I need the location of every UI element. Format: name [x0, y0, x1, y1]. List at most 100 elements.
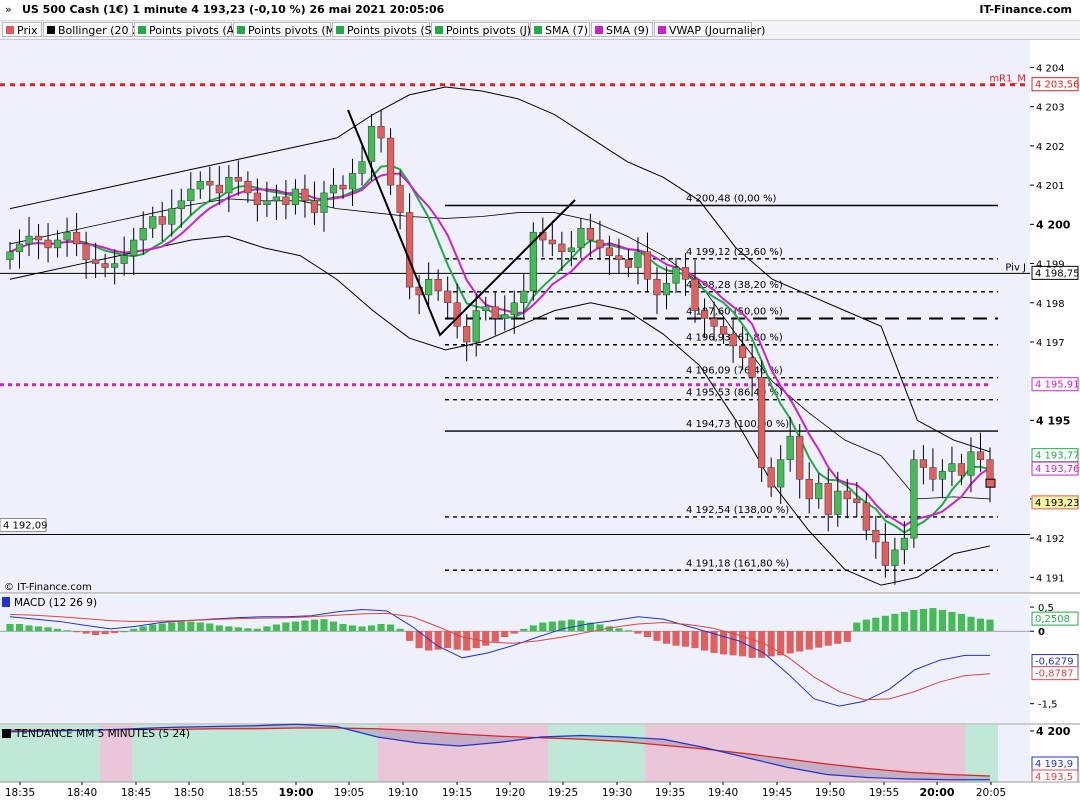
candle — [700, 310, 709, 319]
macd-histogram-bar — [406, 631, 414, 641]
candle — [44, 239, 52, 249]
macd-histogram-bar — [244, 628, 252, 632]
trend-title-icon — [2, 729, 11, 738]
fibonacci-label: 4 195,53 (86,40 %) — [686, 388, 783, 399]
macd-histogram-bar — [910, 609, 918, 632]
macd-histogram-bar — [567, 619, 575, 632]
level-label: Piv J — [1005, 262, 1026, 273]
macd-histogram-bar — [767, 631, 775, 657]
candle — [976, 451, 985, 460]
macd-histogram-bar — [643, 631, 652, 638]
macd-histogram-bar — [225, 626, 233, 632]
legend-item-sma-7[interactable]: SMA (7) — [530, 22, 590, 37]
x-tick-label: 20:05 — [976, 787, 1006, 799]
legend-item-sma-9[interactable]: SMA (9) — [591, 22, 653, 37]
candle — [234, 177, 242, 182]
candle — [767, 467, 775, 488]
y-tick-label: 4 204 — [1036, 63, 1065, 74]
legend-label: Points pivots (S) — [347, 24, 436, 37]
macd-histogram-bar — [891, 613, 899, 632]
candle — [101, 263, 109, 268]
macd-histogram-bar — [101, 631, 109, 635]
legend-item-points-pivots-a[interactable]: Points pivots (A) — [134, 22, 238, 37]
y-tick-label: 4 197 — [1036, 338, 1065, 349]
macd-histogram-bar — [700, 631, 709, 651]
macd-histogram-bar — [720, 631, 728, 655]
macd-histogram-bar — [111, 631, 119, 634]
candle — [510, 302, 518, 315]
legend-swatch-icon — [336, 26, 344, 34]
legend-item-points-pivots-s[interactable]: Points pivots (S) — [332, 22, 436, 37]
legend-label: VWAP (Journalier) — [669, 24, 766, 37]
candle — [586, 228, 594, 241]
candle — [919, 459, 927, 468]
candle — [225, 177, 233, 194]
macd-histogram-bar — [529, 625, 537, 632]
trend-panel-bg — [998, 725, 1030, 782]
candle — [967, 451, 975, 476]
y-tick-label: 4 199 — [1036, 260, 1065, 271]
macd-histogram-bar — [263, 626, 271, 632]
candle — [681, 267, 690, 280]
legend-item-points-pivots-j[interactable]: Points pivots (J) — [431, 22, 531, 37]
candle — [891, 549, 899, 566]
legend-item-points-pivots-m[interactable]: Points pivots (M) — [233, 22, 339, 37]
macd-panel-bg — [0, 595, 1030, 723]
candle — [615, 255, 623, 260]
macd-histogram-bar — [653, 631, 661, 641]
macd-histogram-bar — [54, 628, 62, 632]
macd-histogram-bar — [320, 619, 328, 632]
macd-histogram-bar — [310, 619, 319, 632]
macd-histogram-bar — [348, 625, 357, 632]
legend-label: Points pivots (A) — [149, 24, 239, 37]
fibonacci-label: 4 199,12 (23,60 %) — [686, 247, 783, 258]
candle — [282, 196, 290, 205]
macd-histogram-bar — [177, 621, 185, 632]
macd-histogram-bar — [234, 627, 242, 632]
macd-title-icon — [2, 597, 10, 607]
fibonacci-label: 4 194,73 (100,00 %) — [686, 419, 789, 430]
candle — [596, 239, 604, 249]
candle — [244, 180, 252, 194]
trend-band — [965, 725, 998, 782]
macd-histogram-bar — [881, 615, 889, 632]
legend-item-bollinger-20-2[interactable]: Bollinger (20 2) — [43, 22, 143, 37]
macd-histogram-bar — [957, 613, 966, 632]
candle — [177, 200, 185, 209]
macd-histogram-bar — [25, 625, 33, 632]
candle — [729, 333, 737, 347]
x-tick-label: 18:40 — [67, 787, 97, 799]
legend-item-vwap-journalier[interactable]: VWAP (Journalier) — [654, 22, 765, 37]
macd-histogram-bar — [948, 611, 956, 632]
macd-histogram-bar — [301, 620, 309, 632]
macd-histogram-bar — [729, 631, 737, 656]
candle — [139, 228, 147, 241]
candle — [206, 180, 214, 186]
legend-item-prix[interactable]: Prix — [2, 22, 42, 37]
macd-histogram-bar — [206, 623, 214, 632]
candle — [577, 228, 585, 249]
macd-histogram-bar — [815, 631, 823, 648]
price-value-tag: 4 193,23 — [1035, 498, 1080, 509]
macd-histogram-bar — [853, 622, 861, 632]
candle — [824, 482, 832, 515]
candle — [777, 459, 785, 488]
macd-histogram-bar — [834, 631, 842, 644]
trend-title: TENDANCE MM 5 MINUTES (5 24) — [14, 728, 190, 740]
candle — [567, 247, 575, 253]
candle — [624, 259, 633, 268]
candle — [53, 239, 62, 249]
macd-y-tick-label: 0 — [1038, 627, 1045, 638]
macd-histogram-bar — [491, 631, 499, 642]
legend-swatch-icon — [658, 26, 666, 34]
chart-area[interactable]: mR1_M4 203,56Piv J4 198,754 195,914 192,… — [0, 40, 1080, 800]
y-tick-label: 4 202 — [1036, 142, 1065, 153]
candle — [548, 239, 556, 245]
indicator-legend: Prix Bollinger (20 2) Points pivots (A) Poi… — [0, 21, 1080, 40]
legend-swatch-icon — [6, 26, 14, 34]
candle — [843, 490, 851, 500]
candle — [634, 251, 642, 268]
legend-label: SMA (7) — [545, 24, 589, 37]
chevron-icon[interactable]: » — [5, 3, 12, 16]
macd-histogram-bar — [367, 625, 376, 632]
